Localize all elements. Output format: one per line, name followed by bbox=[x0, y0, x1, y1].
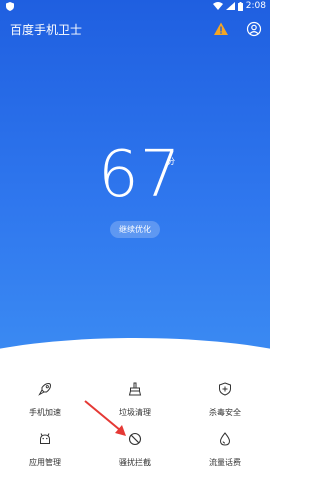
broom-icon bbox=[128, 382, 142, 396]
app-bar: 百度手机卫士 bbox=[0, 14, 270, 44]
tool-junk-clean[interactable]: 垃圾清理 bbox=[90, 376, 180, 426]
tool-harassment-block[interactable]: 骚扰拦截 bbox=[90, 426, 180, 476]
shield-icon bbox=[219, 382, 231, 396]
battery-icon bbox=[237, 1, 243, 11]
status-time: 2:08 bbox=[245, 1, 266, 11]
score-unit: 分 bbox=[167, 157, 175, 166]
app-title: 百度手机卫士 bbox=[10, 23, 83, 37]
block-icon bbox=[128, 432, 142, 446]
continue-optimize-button[interactable]: 继续优化 bbox=[110, 221, 160, 238]
status-icons: 2:08 bbox=[212, 1, 266, 11]
tool-label: 垃圾清理 bbox=[119, 408, 151, 417]
tool-label: 应用管理 bbox=[29, 458, 61, 467]
tool-label: 骚扰拦截 bbox=[119, 458, 151, 467]
tools-grid: 手机加速 垃圾清理 杀毒安全 应用管理 骚扰拦截 流量话费 bbox=[0, 370, 270, 480]
tool-antivirus[interactable]: 杀毒安全 bbox=[180, 376, 270, 426]
status-bar: 2:08 bbox=[0, 0, 270, 14]
wifi-icon bbox=[212, 2, 223, 10]
tool-label: 杀毒安全 bbox=[209, 408, 241, 417]
drop-icon bbox=[219, 432, 231, 446]
score-display: 67 分 bbox=[0, 140, 270, 220]
tool-label: 流量话费 bbox=[209, 458, 241, 467]
rocket-icon bbox=[38, 382, 52, 396]
user-profile-icon[interactable] bbox=[246, 21, 262, 37]
security-score: 67 bbox=[98, 138, 182, 212]
tool-phone-boost[interactable]: 手机加速 bbox=[0, 376, 90, 426]
shield-status-icon bbox=[6, 2, 14, 11]
tool-data-billing[interactable]: 流量话费 bbox=[180, 426, 270, 476]
tool-app-manager[interactable]: 应用管理 bbox=[0, 426, 90, 476]
android-icon bbox=[40, 433, 50, 444]
tool-label: 手机加速 bbox=[29, 408, 61, 417]
warning-icon[interactable] bbox=[213, 21, 229, 37]
score-hero-panel: 2:08 百度手机卫士 67 分 继续优化 bbox=[0, 0, 270, 370]
signal-icon bbox=[225, 2, 235, 10]
